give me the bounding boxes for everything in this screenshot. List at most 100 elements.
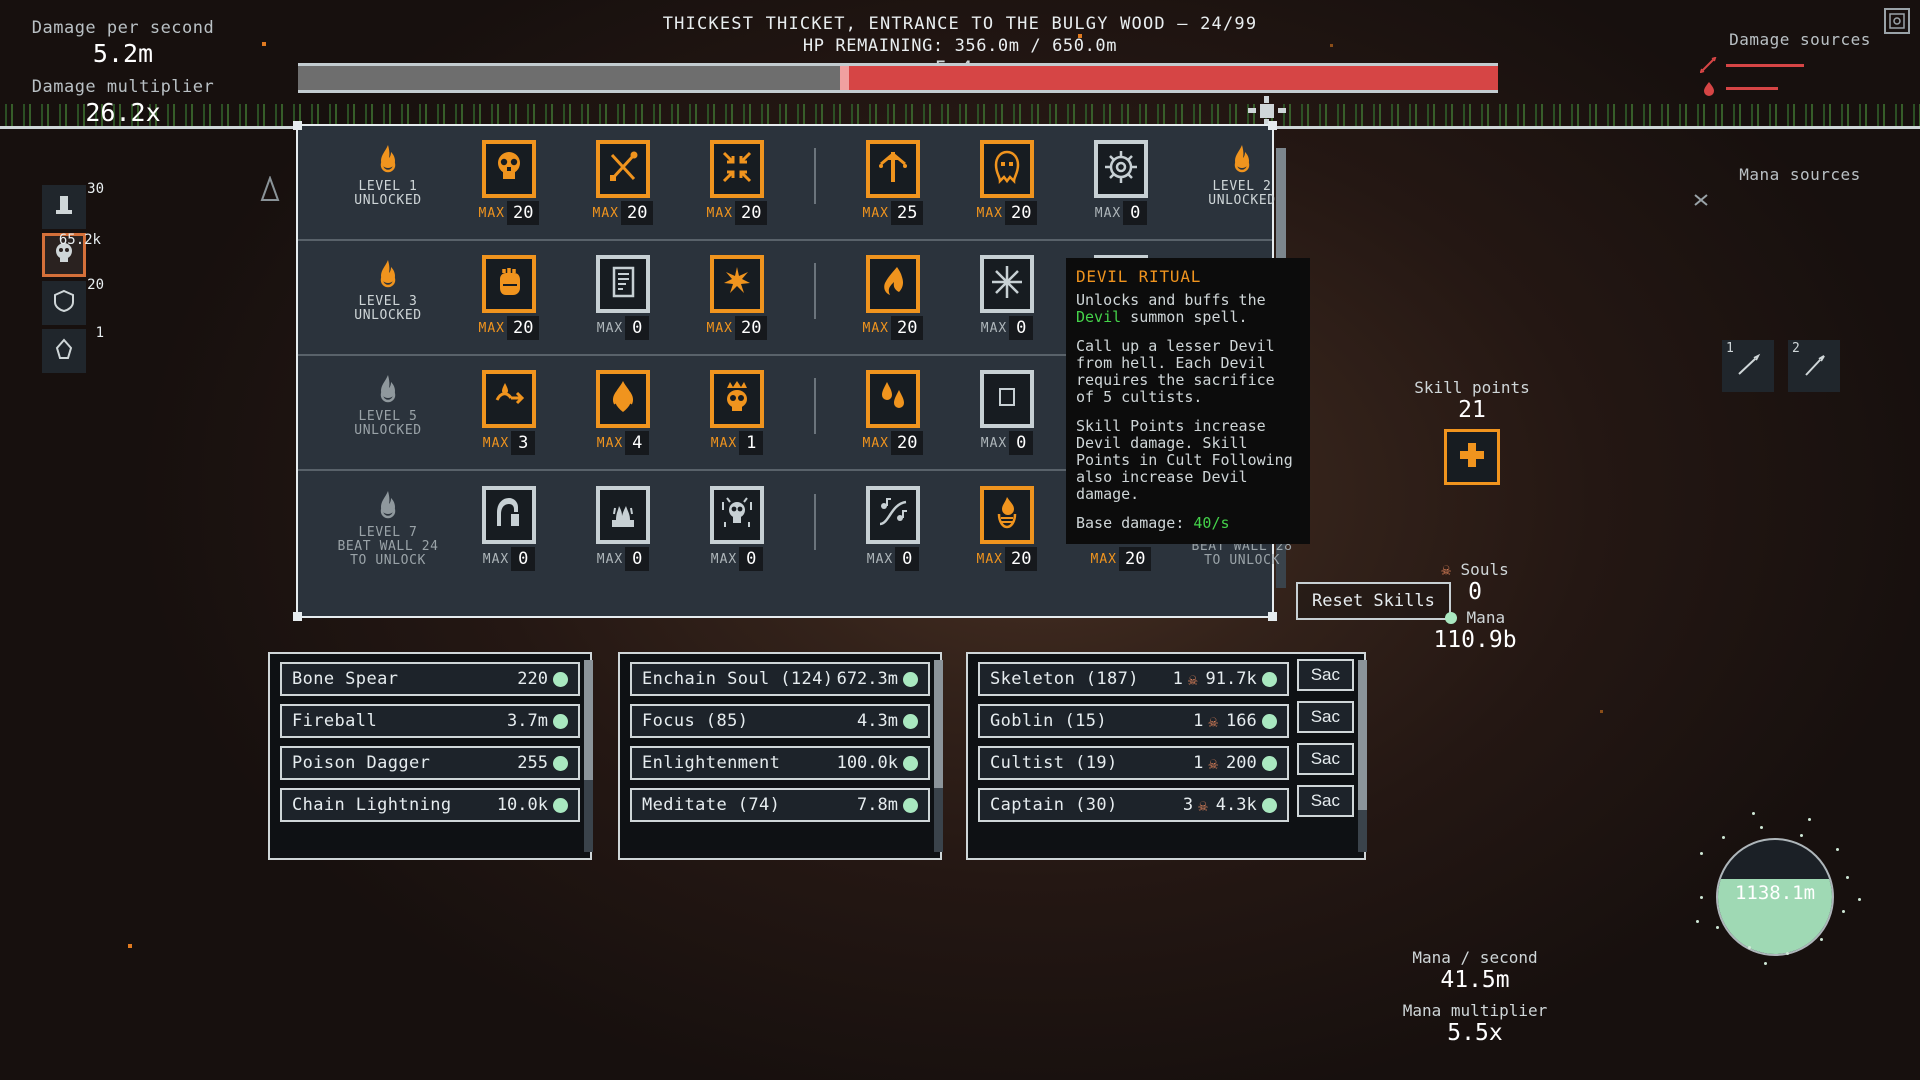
upgrade-row[interactable]: Enchain Soul (124)672.3m bbox=[630, 662, 930, 696]
skill-cell[interactable]: MAX1 bbox=[680, 370, 794, 455]
skill-cell[interactable]: MAX20 bbox=[566, 140, 680, 225]
level-marker-left: LEVEL 1UNLOCKED bbox=[324, 140, 452, 208]
resize-handle-bl[interactable] bbox=[293, 612, 302, 621]
mana-orb-icon bbox=[1445, 612, 1457, 624]
upgrade-row[interactable]: Focus (85)4.3m bbox=[630, 704, 930, 738]
left-slot-3[interactable]: 20 bbox=[42, 281, 86, 325]
skill-box-fist-icon[interactable] bbox=[482, 255, 536, 313]
minion-soul-count: 1 bbox=[1173, 669, 1183, 689]
tooltip-base-damage-label: Base damage: bbox=[1076, 514, 1193, 532]
upgrade-row[interactable]: Enlightenment100.0k bbox=[630, 746, 930, 780]
skill-box-radiant-skull-icon[interactable] bbox=[710, 486, 764, 544]
skill-cell[interactable]: MAX0 bbox=[836, 486, 950, 571]
sacrifice-button[interactable]: Sac bbox=[1297, 659, 1354, 691]
flame-icon bbox=[1229, 144, 1255, 176]
skill-cell[interactable]: MAX20 bbox=[950, 486, 1064, 571]
skill-cell[interactable]: MAX0 bbox=[950, 370, 1064, 455]
ember-speck bbox=[1600, 710, 1603, 713]
skill-cell[interactable]: MAX4 bbox=[566, 370, 680, 455]
skill-cell[interactable]: MAX20 bbox=[950, 140, 1064, 225]
left-slot-4[interactable]: 1 bbox=[42, 329, 86, 373]
left-slot-1[interactable]: 30 bbox=[42, 185, 86, 229]
left-slot-2[interactable]: 65.2k bbox=[42, 233, 86, 277]
soul-icon: ☠ bbox=[1188, 670, 1198, 689]
minion-list-scrollbar[interactable] bbox=[1358, 660, 1367, 852]
spell-row[interactable]: Fireball3.7m bbox=[280, 704, 580, 738]
minion-entry[interactable]: Cultist (19)1☠200 bbox=[978, 746, 1289, 780]
skill-box-crossed-wand-icon[interactable] bbox=[596, 140, 650, 198]
skill-tooltip: DEVIL RITUAL Unlocks and buffs the Devil… bbox=[1066, 258, 1310, 544]
skill-max-label: MAX bbox=[1095, 206, 1121, 221]
skill-max-label: MAX bbox=[863, 436, 889, 451]
skill-cell[interactable]: MAX20 bbox=[452, 255, 566, 340]
skill-box-skull-icon[interactable] bbox=[482, 140, 536, 198]
skill-box-burst-star-icon[interactable] bbox=[980, 255, 1034, 313]
skill-cell[interactable]: MAX25 bbox=[836, 140, 950, 225]
skill-box-sparks-icon[interactable] bbox=[710, 255, 764, 313]
spell-list-scrollbar[interactable] bbox=[584, 660, 593, 852]
column-divider bbox=[794, 255, 836, 319]
skill-box-double-flame-icon[interactable] bbox=[866, 370, 920, 428]
mana-orb-icon bbox=[553, 714, 568, 729]
mana-multiplier-value: 5.5x bbox=[1380, 1020, 1570, 1046]
music-curve-icon bbox=[875, 494, 911, 536]
skill-cell[interactable]: MAX20 bbox=[452, 140, 566, 225]
wand-slot-2[interactable]: 2 bbox=[1788, 340, 1840, 392]
minion-row: Cultist (19)1☠200Sac bbox=[968, 738, 1364, 780]
skill-box-torch-hand-icon[interactable] bbox=[980, 486, 1034, 544]
skill-cell[interactable]: MAX20 bbox=[836, 370, 950, 455]
mana-globe[interactable]: 1138.1m bbox=[1716, 838, 1834, 956]
skill-box-flame-burst-icon[interactable] bbox=[596, 370, 650, 428]
wand-slot-1[interactable]: 1 bbox=[1722, 340, 1774, 392]
skill-box-converge-arrows-icon[interactable] bbox=[710, 140, 764, 198]
skill-cell[interactable]: MAX0 bbox=[566, 255, 680, 340]
list-row-value: 672.3m bbox=[837, 669, 898, 689]
skill-box-potion-arrow-icon[interactable] bbox=[482, 370, 536, 428]
mana-multiplier-label: Mana multiplier bbox=[1380, 1001, 1570, 1020]
resize-handle-br[interactable] bbox=[1268, 612, 1277, 621]
upgrade-list-panel: Enchain Soul (124)672.3m Focus (85)4.3m En… bbox=[618, 652, 942, 860]
mana-label: Mana bbox=[1467, 608, 1506, 627]
level-label-left: LEVEL 7BEAT WALL 24TO UNLOCK bbox=[324, 526, 452, 568]
skill-box-crowned-skull-icon[interactable] bbox=[710, 370, 764, 428]
skill-cell[interactable]: MAX0 bbox=[680, 486, 794, 571]
skill-cell[interactable]: MAX0 bbox=[566, 486, 680, 571]
minion-entry[interactable]: Goblin (15)1☠166 bbox=[978, 704, 1289, 738]
upgrade-row[interactable]: Meditate (74)7.8m bbox=[630, 788, 930, 822]
skill-box-hellfire-icon[interactable] bbox=[596, 486, 650, 544]
skill-cell[interactable]: MAX0 bbox=[950, 255, 1064, 340]
sacrifice-button[interactable]: Sac bbox=[1297, 743, 1354, 775]
minion-entry[interactable]: Captain (30)3☠4.3k bbox=[978, 788, 1289, 822]
spell-row[interactable]: Bone Spear220 bbox=[280, 662, 580, 696]
skill-box-devil-ritual-icon[interactable] bbox=[866, 255, 920, 313]
skill-box-bone-spear-icon[interactable] bbox=[866, 140, 920, 198]
spell-row[interactable]: Poison Dagger255 bbox=[280, 746, 580, 780]
skill-point-icon-box[interactable] bbox=[1444, 429, 1500, 485]
damage-stats: Damage per second 5.2m Damage multiplier… bbox=[18, 18, 228, 136]
skill-box-music-curve-icon[interactable] bbox=[866, 486, 920, 544]
skill-box-scroll-icon[interactable] bbox=[596, 255, 650, 313]
skill-footer: MAX3 bbox=[483, 431, 535, 455]
skill-box-hidden-icon[interactable] bbox=[980, 370, 1034, 428]
spell-row[interactable]: Chain Lightning10.0k bbox=[280, 788, 580, 822]
skill-cell[interactable]: MAX20 bbox=[680, 140, 794, 225]
boss-hp-text: HP REMAINING: 356.0m / 650.0m bbox=[360, 36, 1560, 56]
skill-cell[interactable]: MAX20 bbox=[836, 255, 950, 340]
skill-box-rune-wheel-icon[interactable] bbox=[1094, 140, 1148, 198]
skill-value: 20 bbox=[735, 201, 767, 225]
souls-row: ☠ Souls bbox=[1380, 560, 1570, 579]
skill-cell[interactable]: MAX0 bbox=[452, 486, 566, 571]
minion-entry[interactable]: Skeleton (187)1☠91.7k bbox=[978, 662, 1289, 696]
skill-max-label: MAX bbox=[977, 206, 1003, 221]
skill-box-dragon-icon[interactable] bbox=[482, 486, 536, 544]
sacrifice-button[interactable]: Sac bbox=[1297, 701, 1354, 733]
upgrade-list-scrollbar[interactable] bbox=[934, 660, 943, 852]
skill-cell[interactable]: MAX3 bbox=[452, 370, 566, 455]
skill-cell[interactable]: MAX20 bbox=[680, 255, 794, 340]
minion-list-panel: Skeleton (187)1☠91.7kSacGoblin (15)1☠166… bbox=[966, 652, 1366, 860]
mana-orb-icon bbox=[553, 798, 568, 813]
mana-orb-icon bbox=[553, 672, 568, 687]
skill-box-ghost-icon[interactable] bbox=[980, 140, 1034, 198]
sacrifice-button[interactable]: Sac bbox=[1297, 785, 1354, 817]
skill-cell[interactable]: MAX0 bbox=[1064, 140, 1178, 225]
